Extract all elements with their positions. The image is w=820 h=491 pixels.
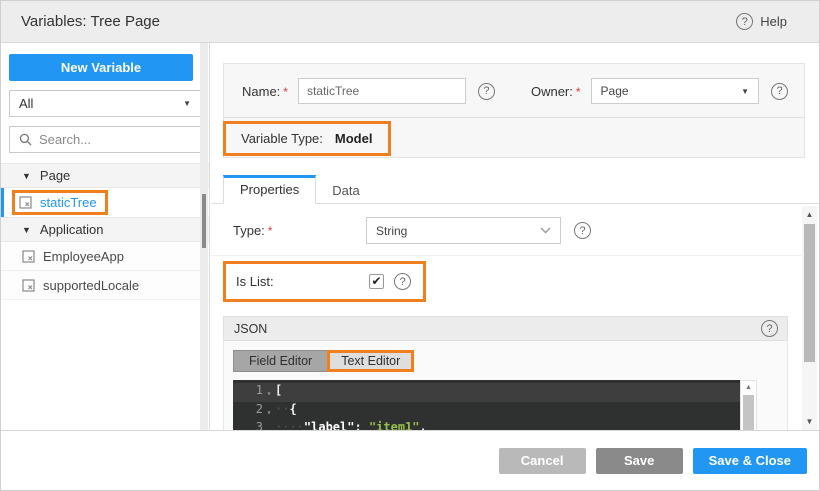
variable-icon (22, 278, 35, 292)
is-list-label: Is List: (236, 274, 274, 289)
help-icon: ? (736, 13, 754, 30)
new-variable-button[interactable]: New Variable (9, 54, 193, 81)
variable-icon (19, 196, 32, 209)
name-label: Name: * (242, 83, 288, 99)
variable-detail-panel: Name:* ? Owner:* Page ▼ ? Variable Type:… (211, 43, 819, 430)
json-section-body: Field Editor Text Editor 1 ▾[ 2 ▾ ··{3 … (223, 341, 788, 430)
required-marker: * (267, 224, 273, 238)
variable-icon (22, 249, 35, 263)
owner-selected-value: Page (600, 84, 629, 98)
type-help-icon[interactable]: ? (574, 222, 591, 239)
tab-properties[interactable]: Properties (223, 175, 317, 204)
dropdown-arrow-icon: ▼ (741, 86, 749, 96)
chevron-down-icon (540, 227, 551, 234)
panel-divider (224, 117, 804, 118)
variable-type-label: Variable Type: (241, 131, 323, 146)
code-line: 2 ▾ ··{ (233, 402, 740, 421)
search-icon (19, 133, 32, 146)
sidebar-scrollbar-thumb[interactable] (202, 194, 206, 248)
variables-dialog: Variables: Tree Page ? Help New Variable… (0, 0, 820, 491)
editor-scrollbar-thumb[interactable] (743, 395, 754, 430)
cancel-button[interactable]: Cancel (498, 447, 586, 474)
save-and-close-button[interactable]: Save & Close (692, 447, 807, 474)
editor-scrollbar[interactable]: ▲ (740, 380, 757, 430)
sidebar-scrollbar[interactable] (200, 43, 208, 430)
search-input[interactable] (39, 132, 179, 147)
type-selected-value: String (376, 223, 408, 238)
fold-icon[interactable]: ▾ (263, 383, 275, 402)
type-label: Type: * (233, 223, 273, 238)
json-title: JSON (234, 321, 268, 336)
fold-icon[interactable]: ▾ (263, 402, 275, 421)
tree-item-employeeapp[interactable]: EmployeeApp (1, 242, 209, 271)
code-editor-content[interactable]: 1▾[ 2▾··{ 3····"label": "item1", 4····"i… (233, 380, 740, 430)
is-list-checkbox[interactable]: ✔ (369, 274, 384, 289)
field-editor-tab[interactable]: Field Editor (233, 350, 329, 372)
editor-mode-tabs: Field Editor Text Editor (233, 350, 787, 372)
checkmark-icon: ✔ (371, 273, 382, 288)
json-section: JSON ? Field Editor Text Editor 1 ▾[2 ▾… (223, 316, 788, 430)
name-input[interactable] (297, 78, 466, 104)
tree-group-page[interactable]: ▼ Page (1, 163, 209, 188)
collapse-icon: ▼ (22, 170, 31, 181)
owner-help-icon[interactable]: ? (771, 82, 788, 100)
properties-scrollbar-thumb[interactable] (804, 224, 815, 362)
help-button[interactable]: ? Help (736, 13, 787, 30)
help-label: Help (760, 14, 787, 29)
filter-selected-value: All (19, 96, 34, 111)
required-marker: * (575, 84, 581, 99)
code-editor[interactable]: 1▾[ 2▾··{ 3····"label": "item1", 4····"i… (233, 380, 757, 430)
scroll-up-icon[interactable]: ▲ (741, 384, 756, 391)
properties-scrollbar[interactable]: ▲ ▼ (802, 206, 817, 430)
variable-summary-panel: Name:* ? Owner:* Page ▼ ? Variable Type:… (223, 63, 805, 158)
tab-data[interactable]: Data (316, 177, 375, 204)
filter-dropdown[interactable]: All ▼ (9, 90, 201, 117)
search-box[interactable] (9, 126, 201, 153)
dialog-header: Variables: Tree Page ? Help (1, 1, 819, 43)
type-row: Type: * String ? (211, 206, 802, 256)
properties-scroll-area: Type: * String ? Is List: ✔ ? JSON ? Fie… (211, 206, 802, 430)
scroll-up-icon[interactable]: ▲ (802, 210, 817, 219)
dialog-footer: Cancel Save Save & Close (1, 430, 819, 490)
variable-type-value: Model (334, 131, 373, 146)
save-button[interactable]: Save (595, 447, 683, 474)
statictree-highlight: staticTree (12, 190, 108, 215)
code-line: 3 ···· "label": "item1", (255, 420, 427, 430)
owner-dropdown[interactable]: Page ▼ (590, 78, 759, 104)
page-title: Variables: Tree Page (21, 13, 160, 30)
tree-group-application[interactable]: ▼ Application (1, 217, 209, 242)
collapse-icon: ▼ (22, 224, 31, 235)
text-editor-tab[interactable]: Text Editor (327, 350, 415, 372)
variables-sidebar: New Variable All ▼ ▼ Page staticTree (1, 43, 210, 430)
name-help-icon[interactable]: ? (477, 82, 495, 100)
variables-tree: ▼ Page staticTree ▼ Application Employee… (1, 163, 209, 300)
tree-item-statictree[interactable]: staticTree (1, 188, 209, 217)
detail-tabbar: Properties Data (211, 175, 819, 204)
owner-label: Owner: * (530, 83, 581, 99)
required-marker: * (283, 84, 288, 99)
is-list-help-icon[interactable]: ? (394, 273, 411, 290)
type-dropdown[interactable]: String (366, 217, 561, 244)
code-line: 1 ▾[ (233, 383, 740, 402)
variable-type-highlight: Variable Type: Model (223, 121, 392, 156)
is-list-highlight: Is List: ✔ ? (223, 261, 426, 302)
scroll-down-icon[interactable]: ▼ (802, 417, 817, 426)
json-section-header: JSON ? (223, 316, 788, 341)
dropdown-arrow-icon: ▼ (183, 99, 191, 108)
tree-item-supportedlocale[interactable]: supportedLocale (1, 271, 209, 300)
json-help-icon[interactable]: ? (761, 320, 778, 337)
